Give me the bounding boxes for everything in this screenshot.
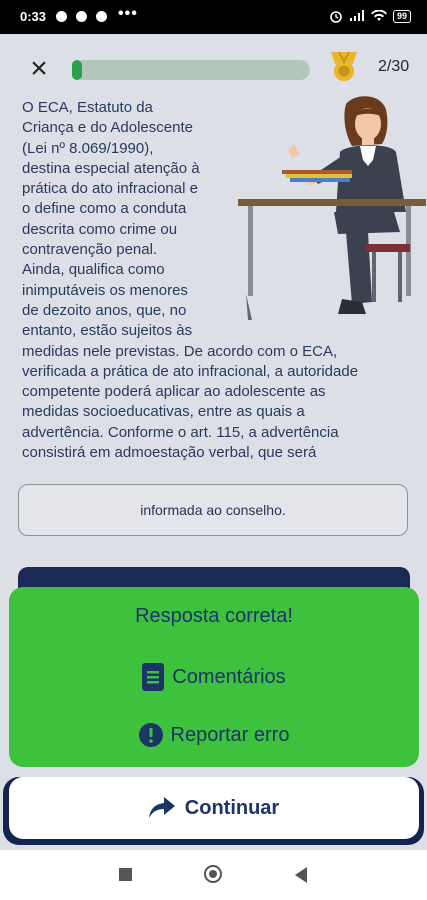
battery-icon: 99 bbox=[392, 9, 411, 23]
recent-apps-icon[interactable] bbox=[119, 868, 132, 881]
feedback-card: Resposta correta! Comentários Reportar e… bbox=[9, 587, 419, 767]
feedback-title: Resposta correta! bbox=[135, 605, 293, 627]
continue-label: Continuar bbox=[184, 796, 280, 819]
progress-bar bbox=[72, 60, 310, 80]
status-bar: 0:33 ••• 99 bbox=[0, 0, 427, 34]
document-icon bbox=[142, 663, 165, 691]
comments-label: Comentários bbox=[172, 665, 286, 688]
notification-icon bbox=[96, 11, 107, 22]
signal-icon bbox=[349, 10, 364, 21]
alarm-icon bbox=[330, 11, 342, 23]
notification-icon bbox=[56, 11, 67, 22]
home-icon[interactable] bbox=[204, 865, 222, 883]
continue-button[interactable]: Continuar bbox=[9, 777, 419, 839]
comments-button[interactable]: Comentários bbox=[9, 663, 419, 691]
medal-icon[interactable] bbox=[328, 50, 360, 84]
navigation-bar bbox=[0, 850, 427, 900]
progress-fill bbox=[72, 60, 82, 80]
close-button[interactable]: × bbox=[24, 54, 54, 84]
wifi-icon bbox=[370, 10, 387, 21]
report-error-label: Reportar erro bbox=[170, 723, 290, 746]
question-counter: 2/30 bbox=[378, 58, 410, 75]
notification-icon bbox=[76, 11, 87, 22]
share-arrow-icon bbox=[148, 797, 175, 818]
answer-option[interactable]: informada ao conselho. bbox=[18, 484, 408, 536]
status-time: 0:33 bbox=[20, 9, 47, 24]
more-notifications-icon: ••• bbox=[118, 5, 138, 22]
exclamation-icon bbox=[138, 723, 163, 747]
report-error-button[interactable]: Reportar erro bbox=[9, 723, 419, 747]
status-right: 99 bbox=[329, 9, 411, 23]
question-text: O ECA, Estatuto da Criança e do Adolesce… bbox=[22, 99, 359, 462]
back-icon[interactable] bbox=[295, 867, 307, 883]
